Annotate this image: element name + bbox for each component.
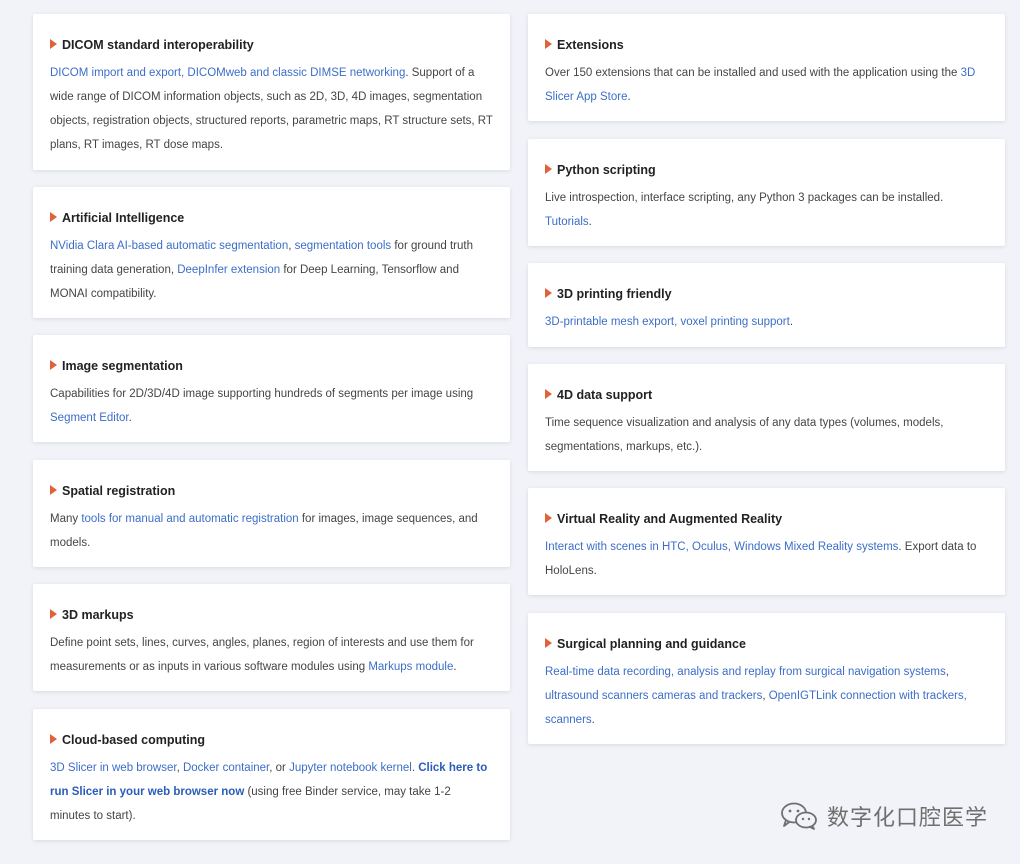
card-title-text: 3D markups	[62, 608, 134, 622]
card-title-text: Extensions	[557, 38, 624, 52]
caret-right-icon	[545, 164, 552, 174]
card-description: Time sequence visualization and analysis…	[545, 411, 988, 459]
card-title: DICOM standard interoperability	[50, 37, 493, 53]
description-text: .	[789, 316, 794, 328]
card-title-text: Virtual Reality and Augmented Reality	[557, 512, 783, 526]
feature-card-dicom: DICOM standard interoperability DICOM im…	[33, 14, 510, 170]
caret-right-icon	[50, 485, 57, 495]
card-title-text: Spatial registration	[62, 484, 176, 498]
inline-link[interactable]: Docker container	[183, 762, 269, 774]
card-title: 3D markups	[50, 607, 493, 623]
inline-link[interactable]: NVidia Clara AI-based automatic segmenta…	[50, 240, 288, 252]
card-title: Spatial registration	[50, 483, 493, 499]
card-description: 3D-printable mesh export, voxel printing…	[545, 310, 988, 334]
feature-card-surgical: Surgical planning and guidance Real-time…	[528, 613, 1005, 744]
inline-link[interactable]: 3D-printable mesh export, voxel printing…	[545, 316, 790, 328]
card-title-text: Image segmentation	[62, 359, 183, 373]
caret-right-icon	[545, 39, 552, 49]
card-description: DICOM import and export, DICOMweb and cl…	[50, 61, 493, 157]
card-description: Many tools for manual and automatic regi…	[50, 507, 493, 555]
description-text: Many	[50, 513, 82, 525]
card-title-text: Cloud-based computing	[62, 733, 206, 747]
feature-card-vr-ar: Virtual Reality and Augmented Reality In…	[528, 488, 1005, 595]
card-title: 4D data support	[545, 387, 988, 403]
card-description: Live introspection, interface scripting,…	[545, 186, 988, 234]
card-title-text: DICOM standard interoperability	[62, 38, 254, 52]
inline-link[interactable]: DICOM import and export, DICOMweb and cl…	[50, 67, 405, 79]
card-title: Image segmentation	[50, 358, 493, 374]
caret-right-icon	[50, 609, 57, 619]
card-title-text: Python scripting	[557, 163, 656, 177]
description-text: .	[627, 91, 631, 103]
card-title-text: 3D printing friendly	[557, 287, 672, 301]
caret-right-icon	[50, 734, 57, 744]
caret-right-icon	[50, 360, 57, 370]
card-description: Capabilities for 2D/3D/4D image supporti…	[50, 382, 493, 430]
caret-right-icon	[545, 288, 552, 298]
card-description: Define point sets, lines, curves, angles…	[50, 631, 493, 679]
inline-link[interactable]: Tutorials	[545, 216, 589, 228]
description-text: , or	[269, 762, 290, 774]
card-description: 3D Slicer in web browser, Docker contain…	[50, 756, 493, 828]
card-title: Surgical planning and guidance	[545, 636, 988, 652]
caret-right-icon	[545, 638, 552, 648]
feature-card-3d-printing: 3D printing friendly 3D-printable mesh e…	[528, 263, 1005, 347]
inline-link[interactable]: Interact with scenes in HTC, Oculus, Win…	[545, 541, 898, 553]
inline-link[interactable]: segmentation tools	[295, 240, 392, 252]
card-description: Real-time data recording, analysis and r…	[545, 660, 988, 732]
feature-card-ai: Artificial Intelligence NVidia Clara AI-…	[33, 187, 510, 318]
inline-link[interactable]: 3D Slicer in web browser	[50, 762, 177, 774]
description-text: . Support of a wide range of DICOM infor…	[50, 67, 493, 151]
feature-card-python: Python scripting Live introspection, int…	[528, 139, 1005, 246]
inline-link[interactable]: tools for manual and automatic registrat…	[81, 513, 298, 525]
card-title-text: Artificial Intelligence	[62, 211, 185, 225]
card-title: Cloud-based computing	[50, 732, 493, 748]
card-title: Python scripting	[545, 162, 988, 178]
description-text: Over 150 extensions that can be installe…	[545, 67, 961, 79]
card-title: 3D printing friendly	[545, 286, 988, 302]
feature-card-extensions: Extensions Over 150 extensions that can …	[528, 14, 1005, 121]
watermark: 数字化口腔医学	[779, 800, 988, 832]
card-description: NVidia Clara AI-based automatic segmenta…	[50, 234, 493, 306]
inline-link[interactable]: Jupyter notebook kernel	[289, 762, 412, 774]
description-text: .	[591, 714, 595, 726]
feature-card-4d-data: 4D data support Time sequence visualizat…	[528, 364, 1005, 471]
description-text: Capabilities for 2D/3D/4D image supporti…	[50, 388, 474, 400]
wechat-icon	[781, 802, 817, 830]
description-text: .	[128, 412, 132, 424]
card-title-text: 4D data support	[557, 388, 653, 402]
card-title: Artificial Intelligence	[50, 210, 493, 226]
card-title: Virtual Reality and Augmented Reality	[545, 511, 988, 527]
inline-link[interactable]: Real-time data recording, analysis and r…	[545, 666, 946, 678]
description-text: .	[588, 216, 592, 228]
caret-right-icon	[50, 212, 57, 222]
feature-card-cloud: Cloud-based computing 3D Slicer in web b…	[33, 709, 510, 840]
card-description: Over 150 extensions that can be installe…	[545, 61, 988, 109]
watermark-text: 数字化口腔医学	[826, 805, 988, 830]
feature-card-registration: Spatial registration Many tools for manu…	[33, 460, 510, 567]
description-text: Time sequence visualization and analysis…	[545, 417, 944, 453]
feature-card-segmentation: Image segmentation Capabilities for 2D/3…	[33, 335, 510, 442]
description-text: .	[453, 661, 457, 673]
inline-link[interactable]: Segment Editor	[50, 412, 129, 424]
feature-card-markups: 3D markups Define point sets, lines, cur…	[33, 584, 510, 691]
description-text: ,	[945, 666, 949, 678]
inline-link[interactable]: ultrasound scanners cameras and trackers	[545, 690, 762, 702]
inline-link[interactable]: DeepInfer extension	[177, 264, 280, 276]
card-description: Interact with scenes in HTC, Oculus, Win…	[545, 535, 988, 583]
card-title-text: Surgical planning and guidance	[557, 637, 746, 651]
caret-right-icon	[50, 39, 57, 49]
caret-right-icon	[545, 389, 552, 399]
inline-link[interactable]: Markups module	[368, 661, 453, 673]
caret-right-icon	[545, 513, 552, 523]
description-text: Live introspection, interface scripting,…	[545, 192, 944, 204]
card-title: Extensions	[545, 37, 988, 53]
